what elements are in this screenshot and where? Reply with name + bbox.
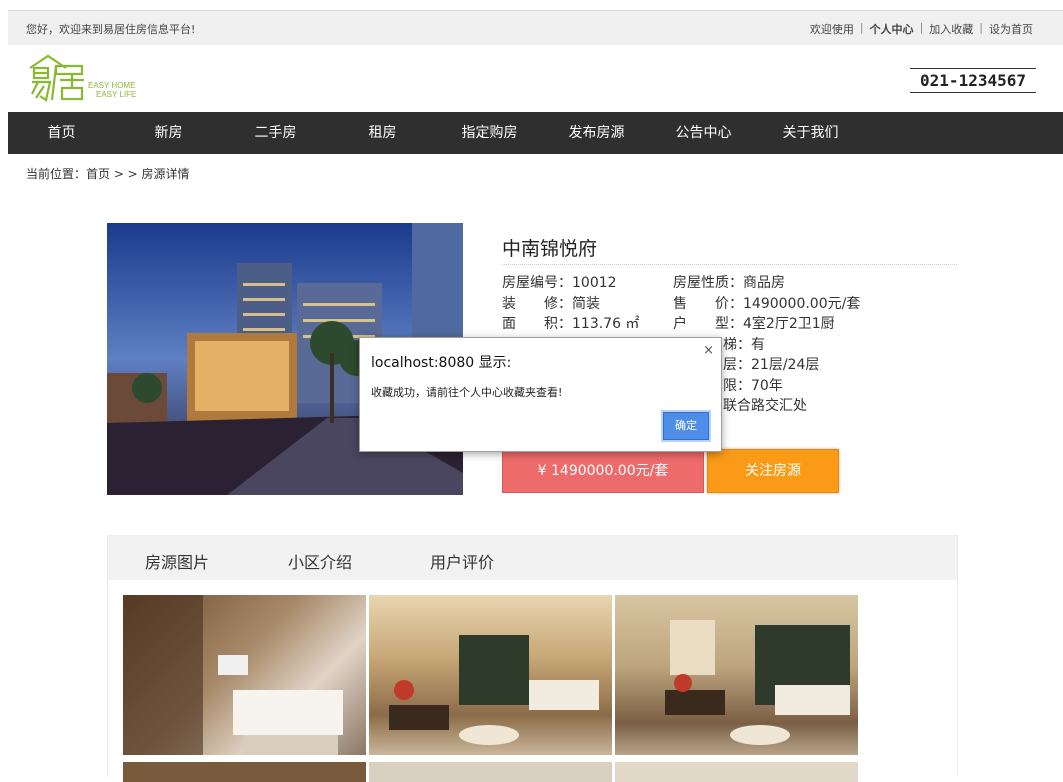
info-value: 简装 [572,295,600,312]
header: EASY HOME EASY LIFE 021-1234567 [8,44,1063,112]
info-label: 装 修： [502,295,572,312]
info-value: 联合路交汇处 [723,398,807,414]
gallery-photo[interactable] [123,595,366,755]
tab-reviews[interactable]: 用户评价 [430,549,494,573]
add-favorite-link[interactable]: 加入收藏 [929,21,973,37]
info-value: 113.76 ㎡ [572,316,640,332]
info-row: 装 修：简装 [502,294,639,315]
info-label: 户 型： [673,316,743,332]
close-icon[interactable]: × [703,343,714,358]
tab-community[interactable]: 小区介绍 [288,549,352,573]
info-label: 售 价： [673,295,743,312]
tabs-bar: 房源图片 小区介绍 用户评价 [108,536,957,580]
info-row: 售 价：1490000.00元/套 [673,294,860,315]
set-home-link[interactable]: 设为首页 [989,21,1033,37]
price-button[interactable]: ¥ 1490000.00元/套 [502,449,704,493]
gallery-photo[interactable] [123,762,366,782]
divider: | [859,21,864,34]
alert-dialog: localhost:8080 显示: × 收藏成功，请前往个人中心收藏夹查看! … [359,337,722,452]
tab-photos[interactable]: 房源图片 [145,549,209,573]
gallery-photo[interactable] [615,762,858,782]
main-nav: 首页 新房 二手房 租房 指定购房 发布房源 公告中心 关于我们 [8,112,1063,154]
top-bar: 您好，欢迎来到易居住房信息平台! 欢迎使用 | 个人中心 | 加入收藏 | 设为… [8,10,1063,45]
phone-number: 021-1234567 [910,68,1036,93]
nav-item-rent[interactable]: 租房 [329,112,436,154]
info-row: 面 积：113.76 ㎡ [502,314,639,335]
follow-property-button[interactable]: 关注房源 [707,449,839,493]
divider: | [919,21,924,34]
greeting-text: 您好，欢迎来到易居住房信息平台! [26,23,196,36]
info-label: 房屋性质： [673,275,743,291]
dialog-message: 收藏成功，请前往个人中心收藏夹查看! [371,386,563,399]
nav-item-home[interactable]: 首页 [8,112,115,154]
info-value: 4室2厅2卫1厨 [743,316,835,332]
detail-tabs-panel: 房源图片 小区介绍 用户评价 [107,535,958,782]
property-title: 中南锦悦府 [502,238,598,260]
logo-en-2: EASY LIFE [96,90,136,99]
nav-item-about[interactable]: 关于我们 [757,112,864,154]
gallery-photo[interactable] [615,595,858,755]
info-label: 房屋编号： [502,275,572,291]
gallery-photo[interactable] [369,595,612,755]
info-value: 商品房 [743,275,785,291]
dialog-title: localhost:8080 显示: [371,355,512,371]
divider [502,264,957,265]
personal-center-link[interactable]: 个人中心 [870,21,914,37]
gallery-photo[interactable] [369,762,612,782]
welcome-link[interactable]: 欢迎使用 [810,21,854,37]
nav-item-notice[interactable]: 公告中心 [650,112,757,154]
info-label: 面 积： [502,316,572,332]
dialog-ok-button[interactable]: 确定 [663,412,709,440]
logo-en-1: EASY HOME [88,81,135,90]
info-row: 房屋编号：10012 [502,273,639,294]
info-label: 梯： [723,336,751,353]
info-label: 层： [723,357,751,373]
nav-item-publish[interactable]: 发布房源 [543,112,650,154]
top-links: 欢迎使用 | 个人中心 | 加入收藏 | 设为首页 [810,21,1033,37]
info-value: 21层/24层 [751,357,820,373]
info-value: 有 [751,336,765,353]
info-value: 1490000.00元/套 [743,295,861,312]
info-value: 70年 [751,377,783,394]
nav-item-second-hand[interactable]: 二手房 [222,112,329,154]
nav-item-new-house[interactable]: 新房 [115,112,222,154]
property-info-left: 房屋编号：10012 装 修：简装 面 积：113.76 ㎡ [502,273,639,335]
site-logo[interactable]: EASY HOME EASY LIFE [26,54,166,104]
nav-item-designated[interactable]: 指定购房 [436,112,543,154]
info-label: 限： [723,377,751,394]
info-row: 户 型：4室2厅2卫1厨 [673,314,860,335]
info-value: 10012 [572,275,617,291]
breadcrumb: 当前位置：首页 > > 房源详情 [26,167,190,181]
divider: | [979,21,983,34]
info-row: 房屋性质：商品房 [673,273,860,294]
